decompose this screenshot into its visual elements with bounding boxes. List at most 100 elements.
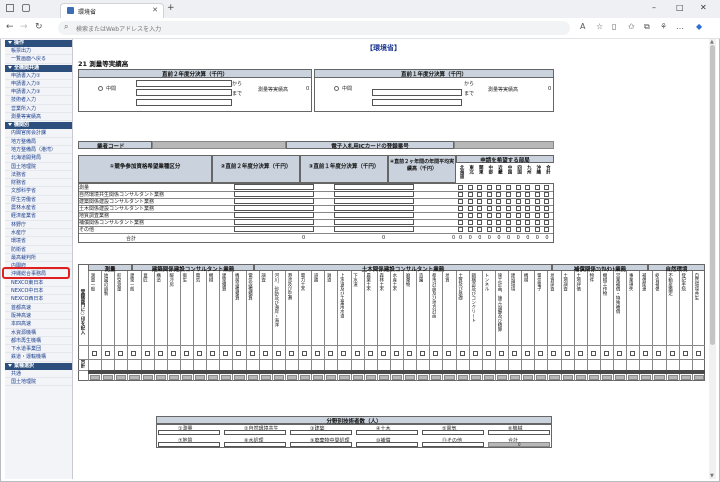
tab-actions-icon[interactable] — [22, 4, 30, 12]
category-checkbox[interactable] — [538, 351, 544, 356]
window-close-icon[interactable]: ✕ — [700, 3, 707, 12]
category-checkbox[interactable] — [577, 351, 583, 356]
tech-field-input[interactable] — [356, 442, 418, 447]
category-checkbox[interactable] — [420, 351, 426, 356]
category-checkbox[interactable] — [105, 351, 111, 356]
category-checkbox[interactable] — [643, 351, 649, 356]
category-checkbox[interactable] — [328, 351, 334, 356]
tech-field-input[interactable] — [224, 430, 286, 435]
category-checkbox[interactable] — [275, 351, 281, 356]
sidebar-section-header[interactable]: 操作 — [5, 40, 72, 47]
category-checkbox[interactable] — [407, 351, 413, 356]
sidebar-item[interactable]: NEXCO中日本 — [5, 287, 72, 296]
sidebar-item[interactable]: 水産庁 — [5, 229, 72, 238]
prev1-to-input-a[interactable] — [372, 89, 462, 96]
category-checkbox[interactable] — [183, 351, 189, 356]
tech-field-input[interactable] — [290, 430, 352, 435]
category-checkbox[interactable] — [472, 351, 478, 356]
collections-icon[interactable]: ⧉ — [644, 22, 650, 32]
tech-field-input[interactable] — [356, 430, 418, 435]
category-checkbox[interactable] — [118, 351, 124, 356]
category-checkbox[interactable] — [617, 351, 623, 356]
sidebar-item[interactable]: 測量等実績高 — [5, 113, 72, 122]
category-checkbox[interactable] — [315, 351, 321, 356]
copilot-icon[interactable]: ◆ — [696, 22, 702, 31]
sidebar-item[interactable]: 営業所入力 — [5, 105, 72, 114]
category-checkbox[interactable] — [682, 351, 688, 356]
prev1-to-input-b[interactable] — [372, 99, 462, 106]
sidebar-item[interactable]: 防衛省 — [5, 246, 72, 254]
tech-field-input[interactable] — [290, 442, 352, 447]
address-input[interactable]: ⌕ 検索またはWebアドレスを入力 — [58, 21, 570, 35]
category-checkbox[interactable] — [512, 351, 518, 356]
sidebar-item[interactable]: 国土地理院 — [5, 378, 72, 387]
sidebar-item[interactable]: 共通 — [5, 370, 72, 378]
tech-field-input[interactable] — [158, 430, 220, 435]
sidebar-item[interactable]: 文部科学省 — [5, 187, 72, 196]
category-checkbox[interactable] — [288, 351, 294, 356]
sidebar-item[interactable]: 技術者入力 — [5, 96, 72, 105]
sidebar-item[interactable]: 林野庁 — [5, 221, 72, 229]
category-checkbox[interactable] — [341, 351, 347, 356]
prev1-middle-radio[interactable] — [334, 86, 339, 91]
category-checkbox[interactable] — [485, 351, 491, 356]
split-screen-icon[interactable]: ▯ — [612, 22, 616, 31]
category-checkbox[interactable] — [656, 351, 662, 356]
sidebar-item[interactable]: 阪神高速 — [5, 312, 72, 321]
category-checkbox[interactable] — [170, 351, 176, 356]
category-checkbox[interactable] — [380, 351, 386, 356]
favorite-star-icon[interactable]: ☆ — [596, 22, 603, 31]
category-checkbox[interactable] — [157, 351, 163, 356]
category-checkbox[interactable] — [131, 351, 137, 356]
category-checkbox[interactable] — [603, 351, 609, 356]
prev2-to-input-b[interactable] — [136, 99, 232, 106]
category-checkbox[interactable] — [354, 351, 360, 356]
category-checkbox[interactable] — [630, 351, 636, 356]
sidebar-item[interactable]: 環境省 — [5, 237, 72, 246]
sidebar-item[interactable]: 都市再生機構 — [5, 337, 72, 346]
tech-field-input[interactable] — [224, 442, 286, 447]
category-checkbox[interactable] — [498, 351, 504, 356]
forward-icon[interactable]: → — [20, 22, 28, 32]
favorites-icon[interactable]: ✩ — [628, 22, 635, 31]
sidebar-item[interactable]: 地方整備局 — [5, 138, 72, 146]
sidebar-item[interactable]: 国土地理院 — [5, 163, 72, 171]
sidebar-item[interactable]: 申請書入力③ — [5, 88, 72, 97]
sidebar-section-header[interactable]: 機関別 — [5, 122, 72, 130]
read-aloud-icon[interactable]: A — [580, 22, 585, 31]
maximize-icon[interactable]: □ — [676, 3, 684, 12]
close-tab-icon[interactable]: ✕ — [152, 6, 158, 14]
category-checkbox[interactable] — [564, 351, 570, 356]
sidebar-item[interactable]: 北海道開発局 — [5, 154, 72, 163]
category-checkbox[interactable] — [433, 351, 439, 356]
sidebar-item[interactable]: 申請書入力① — [5, 72, 72, 80]
sidebar-item[interactable]: 首都高速 — [5, 304, 72, 312]
sidebar-item[interactable]: 一覧画面へ戻る — [5, 55, 72, 64]
category-checkbox[interactable] — [590, 351, 596, 356]
sidebar-item[interactable]: 農林水産省 — [5, 204, 72, 213]
page-scrollbar[interactable]: ▲ ▼ — [709, 39, 716, 479]
category-checkbox[interactable] — [223, 351, 229, 356]
sidebar-item[interactable]: 下水道事業団 — [5, 345, 72, 354]
category-checkbox[interactable] — [367, 351, 373, 356]
prev2-to-input-a[interactable] — [136, 89, 232, 96]
tech-field-input[interactable] — [422, 430, 484, 435]
prev2-from-input[interactable] — [136, 80, 232, 87]
sidebar-item[interactable]: 厚生労働省 — [5, 196, 72, 205]
category-checkbox[interactable] — [210, 351, 216, 356]
back-icon[interactable]: ← — [6, 22, 14, 32]
sidebar-item[interactable]: NEXCO東日本 — [5, 279, 72, 288]
new-tab-icon[interactable]: + — [167, 3, 175, 13]
sidebar-item[interactable]: 経済産業省 — [5, 212, 72, 221]
tech-field-input[interactable] — [422, 442, 484, 447]
category-checkbox[interactable] — [262, 351, 268, 356]
category-checkbox[interactable] — [446, 351, 452, 356]
scroll-down-icon[interactable]: ▼ — [710, 473, 714, 479]
category-checkbox[interactable] — [92, 351, 97, 356]
sidebar-item[interactable]: 水資源機構 — [5, 329, 72, 337]
sidebar-item[interactable]: 本四高速 — [5, 320, 72, 329]
tech-field-input[interactable] — [488, 430, 550, 435]
scrollbar-thumb[interactable] — [710, 45, 715, 345]
sidebar-item[interactable]: 地方整備局（港湾） — [5, 146, 72, 155]
tab-active[interactable]: 環境省 ✕ — [60, 3, 164, 18]
